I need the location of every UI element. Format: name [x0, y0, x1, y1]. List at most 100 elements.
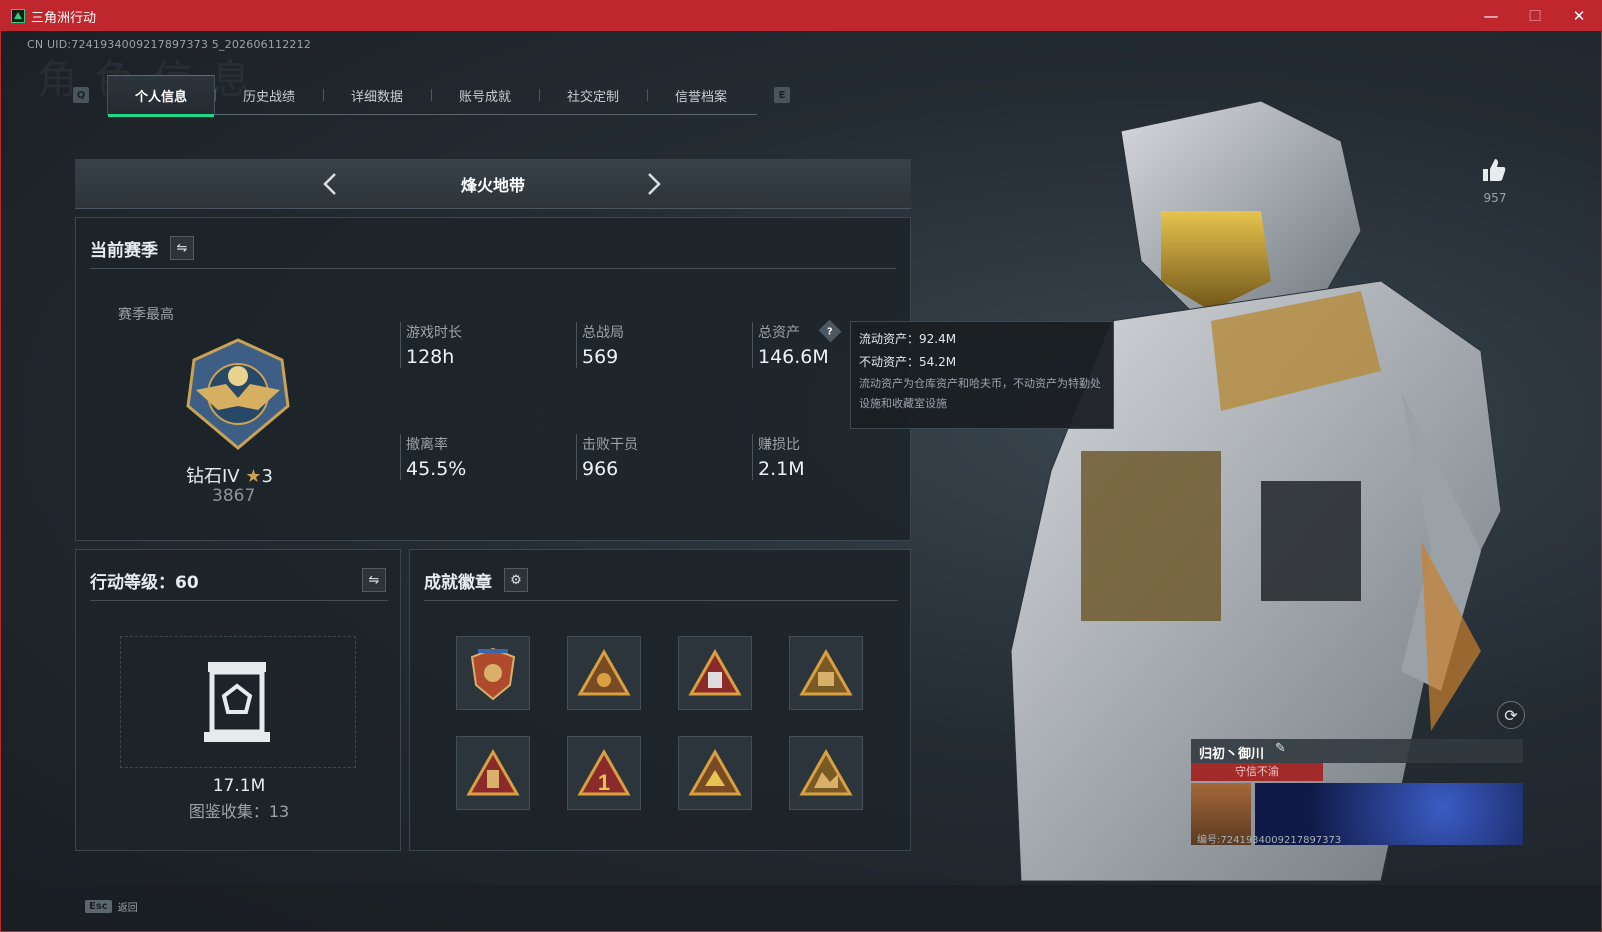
minimize-button[interactable]: — — [1469, 1, 1513, 31]
maximize-button[interactable]: ☐ — [1513, 1, 1557, 31]
motto-badge: 守信不渝 — [1191, 763, 1323, 781]
stat-divider — [576, 322, 577, 368]
edit-icon[interactable]: ✎ — [1275, 741, 1286, 756]
tab-separator — [215, 89, 216, 101]
triangle-badge-icon — [577, 648, 631, 696]
triangle-badge-icon — [466, 748, 520, 796]
badge-slot[interactable]: 1 — [567, 736, 641, 810]
star-icon: ★ — [245, 466, 262, 487]
tab-label: 详细数据 — [350, 89, 403, 105]
divider — [90, 600, 388, 601]
rank-name: 钻石IV — [186, 466, 240, 487]
tab-label: 历史战绩 — [242, 89, 295, 105]
rank-text: 钻石IV ★3 — [186, 462, 273, 488]
refresh-icon[interactable]: ⟳ — [1497, 701, 1525, 729]
tab-label: 社交定制 — [566, 89, 619, 105]
window-controls: — ☐ ✕ — [1469, 1, 1601, 31]
prev-mode-icon[interactable] — [321, 172, 339, 196]
triangle-badge-icon — [688, 648, 742, 696]
divider — [424, 600, 898, 601]
mode-name: 烽火地带 — [460, 175, 525, 195]
level-switch-button[interactable]: ⇋ — [362, 568, 386, 592]
stat-value-playtime: 128h — [406, 346, 455, 368]
tab-history[interactable]: 历史战绩 — [215, 75, 323, 115]
badge-slot[interactable] — [789, 636, 863, 710]
stat-divider — [400, 322, 401, 368]
window-title: 三角洲行动 — [31, 10, 97, 26]
tab-label: 信誉档案 — [674, 89, 727, 105]
thumbs-up-icon[interactable] — [1481, 157, 1507, 183]
likes-count: 957 — [1483, 191, 1507, 205]
collection-icon[interactable] — [202, 660, 272, 746]
triangle-badge-icon — [799, 648, 853, 696]
mode-selector: 烽火地带 — [75, 159, 911, 209]
tab-bar: 个人信息 历史战绩 详细数据 账号成就 社交定制 信誉档案 — [107, 75, 757, 117]
stat-label-assets: 总资产 — [758, 325, 800, 341]
tab-label: 账号成就 — [458, 89, 511, 105]
game-window: 三角洲行动 — ☐ ✕ CN UID:7241934009217897373 5… — [0, 0, 1602, 932]
rank-stars: 3 — [261, 466, 273, 487]
season-title: 当前赛季 — [90, 241, 158, 261]
stat-label-kills: 击败干员 — [582, 437, 638, 453]
season-panel: 当前赛季 ⇋ 赛季最高 钻石IV ★3 3867 游戏时长 128h 总战局 5… — [75, 217, 911, 541]
season-best-label: 赛季最高 — [118, 307, 174, 323]
badges-settings-button[interactable]: ⚙ — [504, 568, 528, 592]
badge-slot[interactable] — [456, 636, 530, 710]
back-label: 返回 — [117, 903, 138, 914]
triangle-badge-icon — [688, 748, 742, 796]
tab-detail-data[interactable]: 详细数据 — [323, 75, 431, 115]
stat-label-extraction: 撤离率 — [406, 437, 448, 453]
badge-slot[interactable] — [789, 736, 863, 810]
stat-value-profit: 2.1M — [758, 458, 805, 480]
triangle-badge-icon — [799, 748, 853, 796]
badge-slot[interactable] — [678, 736, 752, 810]
stat-label-playtime: 游戏时长 — [406, 325, 462, 341]
stat-label-profit: 赚损比 — [758, 437, 800, 453]
collection-value: 17.1M — [212, 776, 266, 796]
stat-value-assets: 146.6M — [758, 346, 829, 368]
triangle-badge-icon: 1 — [577, 748, 631, 796]
prev-tab-key[interactable]: Q — [73, 87, 89, 103]
stat-divider — [400, 434, 401, 480]
app-logo-icon — [11, 9, 25, 23]
rank-emblem-icon — [186, 338, 290, 450]
divider — [90, 268, 896, 269]
tab-personal-info[interactable]: 个人信息 — [107, 75, 215, 117]
stat-divider — [752, 434, 753, 480]
rank-score: 3867 — [212, 486, 256, 506]
tab-label: 个人信息 — [134, 90, 187, 105]
badge-slot[interactable] — [567, 636, 641, 710]
tooltip-fixed: 不动资产：54.2M — [859, 355, 957, 369]
tab-separator — [323, 89, 324, 101]
tooltip-note: 流动资产为仓库资产和哈夫币，不动资产为特勤处设施和收藏室设施 — [859, 377, 1101, 410]
tab-separator — [647, 89, 648, 101]
close-button[interactable]: ✕ — [1557, 1, 1601, 31]
level-panel: 行动等级：60 ⇋ 17.1M 图鉴收集：13 — [75, 549, 401, 851]
tab-separator — [431, 89, 432, 101]
stat-divider — [752, 322, 753, 368]
stat-value-extraction: 45.5% — [406, 458, 467, 480]
collection-count: 图鉴收集：13 — [188, 802, 290, 821]
stat-value-matches: 569 — [582, 346, 619, 368]
player-name-card: 归初丶御川 ✎ 守信不渝 编号:7241934009217897373 — [1191, 739, 1523, 847]
svg-text:1: 1 — [598, 770, 610, 795]
tab-achievements[interactable]: 账号成就 — [431, 75, 539, 115]
shield-badge-icon — [470, 647, 516, 701]
season-switch-button[interactable]: ⇋ — [170, 236, 194, 260]
tab-separator — [539, 89, 540, 101]
next-mode-icon[interactable] — [645, 172, 663, 196]
badge-slot[interactable] — [456, 736, 530, 810]
stat-value-kills: 966 — [582, 458, 619, 480]
tab-credit[interactable]: 信誉档案 — [647, 75, 755, 115]
level-title: 行动等级：60 — [90, 573, 199, 593]
footer-bar — [1, 885, 1601, 931]
stat-label-matches: 总战局 — [582, 325, 624, 341]
next-tab-key[interactable]: E — [774, 87, 790, 103]
stat-divider — [576, 434, 577, 480]
badge-slot[interactable] — [678, 636, 752, 710]
title-bar: 三角洲行动 — ☐ ✕ — [1, 1, 1601, 31]
back-button[interactable]: Esc 返回 — [85, 899, 138, 914]
badges-title: 成就徽章 — [424, 573, 492, 593]
tab-social[interactable]: 社交定制 — [539, 75, 647, 115]
help-icon[interactable]: ? — [818, 319, 842, 343]
